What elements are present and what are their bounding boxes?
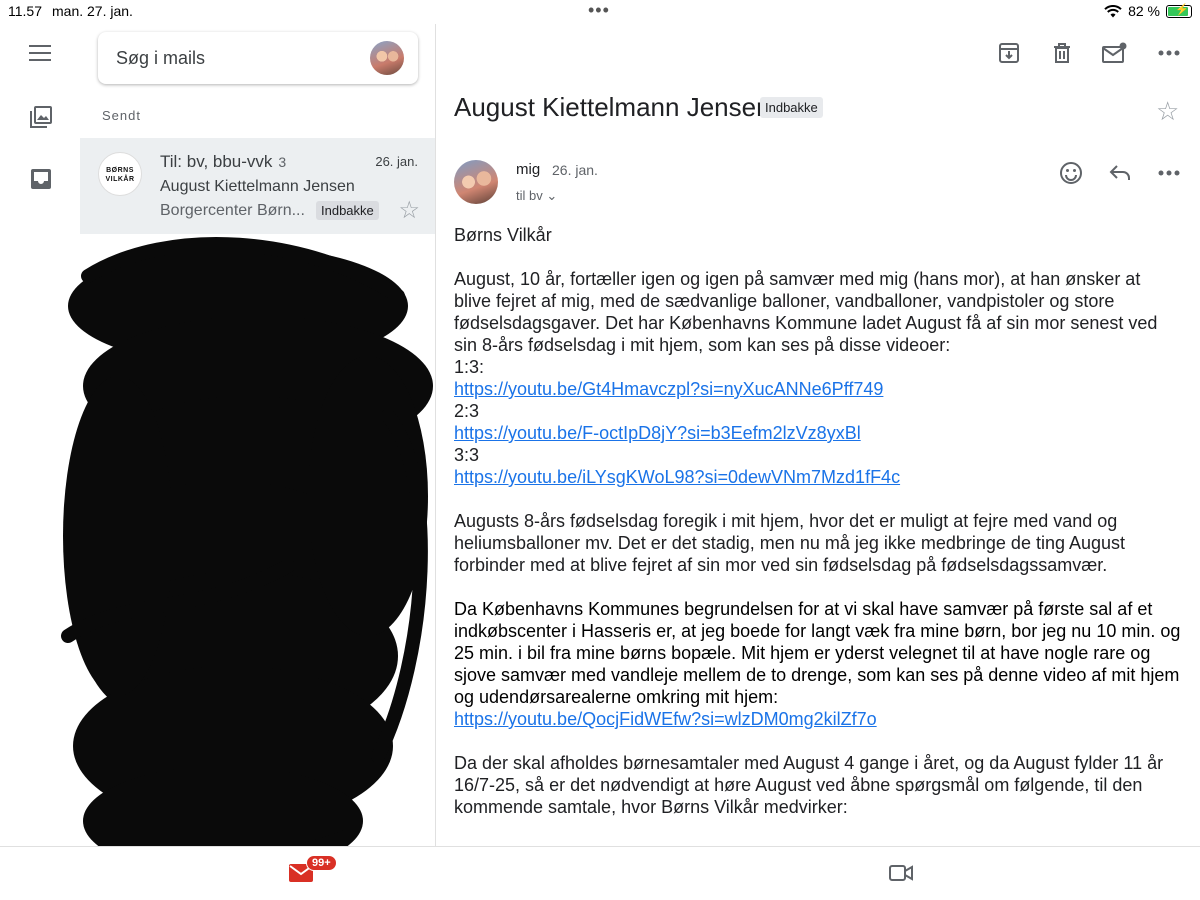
- text-line: August, 10 år, fortæller igen og igen på…: [454, 269, 1141, 289]
- mail-list-item[interactable]: BØRNS VILKÅR Til: bv, bbu-vvk 3 26. jan. A…: [80, 138, 435, 234]
- text-line: og udendørsarealerne omkring mit hjem:: [454, 687, 779, 707]
- star-icon[interactable]: ☆: [1156, 98, 1179, 124]
- text-line: 25 min. i bil fra mine børns bopæle. Mit…: [454, 643, 1151, 663]
- text-line: 16/7-25, så er det nødvendigt at høre Au…: [454, 775, 1143, 795]
- more-icon[interactable]: [1156, 160, 1182, 186]
- video-link[interactable]: https://youtu.be/QocjFidWEfw?si=wlzDM0mg…: [454, 708, 1188, 730]
- mailbox-section-label: Sendt: [102, 108, 141, 123]
- mail-list-pane: Søg i mails Sendt BØRNS VILKÅR Til: bv, b…: [0, 24, 436, 846]
- text-line: Augusts 8-års fødselsdag foregik i mit h…: [454, 511, 1118, 531]
- mail-recipients: Til: bv, bbu-vvk 3: [160, 152, 286, 172]
- text-line: heliumsballoner mv. Det er det stadig, m…: [454, 533, 1126, 553]
- mail-date: 26. jan.: [375, 154, 418, 169]
- status-right: 82 % ⚡: [1104, 3, 1192, 19]
- wifi-icon: [1104, 4, 1122, 17]
- chevron-down-icon: ⌄: [546, 188, 558, 203]
- status-time: 11.57: [8, 3, 42, 19]
- text-line: Da Københavns Kommunes begrundelsen for …: [454, 599, 1153, 619]
- charging-bolt-icon: ⚡: [1175, 3, 1189, 16]
- paragraph-2: Augusts 8-års fødselsdag foregik i mit h…: [454, 510, 1188, 576]
- video-label: 1:3:: [454, 357, 485, 377]
- more-icon[interactable]: [1156, 40, 1182, 66]
- message-date: 26. jan.: [552, 162, 598, 178]
- sender-avatar: [454, 160, 498, 204]
- sender-logo: BØRNS VILKÅR: [98, 152, 142, 196]
- reply-icon[interactable]: [1107, 160, 1133, 186]
- text-line: indkøbscenter i Hasseris er, at jeg boed…: [454, 621, 1181, 641]
- video-link[interactable]: https://youtu.be/F-octIpD8jY?si=b3Eefm2l…: [454, 422, 1188, 444]
- text-line: blive fejret af mig, med de sædvanlige b…: [454, 291, 1115, 311]
- text-line: forbinder med at blive fejret af sin mor…: [454, 555, 1108, 575]
- status-bar: 11.57 man. 27. jan. ••• 82 % ⚡: [0, 0, 1200, 24]
- account-avatar[interactable]: [370, 41, 404, 75]
- mark-unread-icon[interactable]: [1102, 40, 1128, 66]
- sender-name: mig: [516, 161, 541, 178]
- battery-icon: ⚡: [1166, 3, 1192, 18]
- star-icon[interactable]: ☆: [398, 196, 420, 225]
- archive-icon[interactable]: [996, 40, 1022, 66]
- video-link[interactable]: https://youtu.be/Gt4Hmavczpl?si=nyXucANN…: [454, 378, 1188, 400]
- mail-subject: August Kiettelmann Jensen: [160, 178, 355, 195]
- mail-label-badge: Indbakke: [316, 201, 379, 220]
- text-line: kommende samtale, hvor Børns Vilkår medv…: [454, 797, 848, 817]
- redaction-scribble: [61, 237, 433, 846]
- greeting: Børns Vilkår: [454, 225, 552, 245]
- thread-count: 3: [278, 154, 287, 170]
- mail-recipients-text: Til: bv, bbu-vvk: [160, 152, 273, 171]
- battery-percent: 82 %: [1128, 3, 1160, 19]
- unread-badge: 99+: [306, 855, 337, 871]
- text-line: sin 8-års fødselsdag i mit hjem, som kan…: [454, 335, 951, 355]
- recipient-text: til bv: [516, 188, 543, 203]
- trash-icon[interactable]: [1049, 40, 1075, 66]
- recipient-details[interactable]: til bv ⌄: [516, 188, 557, 204]
- search-input[interactable]: Søg i mails: [116, 48, 205, 69]
- search-bar[interactable]: Søg i mails: [98, 32, 418, 84]
- text-line: Da der skal afholdes børnesamtaler med A…: [454, 753, 1164, 773]
- paragraph-4: Da der skal afholdes børnesamtaler med A…: [454, 752, 1188, 818]
- video-label: 3:3: [454, 445, 480, 465]
- video-label: 2:3: [454, 401, 480, 421]
- emoji-icon[interactable]: [1058, 160, 1084, 186]
- video-link[interactable]: https://youtu.be/iLYsgKWoL98?si=0dewVNm7…: [454, 466, 1188, 488]
- message-body: Børns Vilkår August, 10 år, fortæller ig…: [454, 224, 1188, 840]
- video-icon[interactable]: [888, 863, 914, 885]
- paragraph-3: Da Københavns Kommunes begrundelsen for …: [454, 598, 1188, 730]
- text-line: fødselsdagsgaver. Det har Københavns Kom…: [454, 313, 1158, 333]
- bottom-nav: 99+: [0, 846, 1200, 900]
- message-subject: August Kiettelmann Jensen: [454, 92, 771, 122]
- multitasking-dots-icon[interactable]: •••: [588, 0, 610, 21]
- status-date: man. 27. jan.: [52, 3, 133, 19]
- mail-snippet: Borgercenter Børn...: [160, 202, 305, 219]
- text-line: sjove samvær med vandleje mellem de to d…: [454, 665, 1180, 685]
- paragraph-1: August, 10 år, fortæller igen og igen på…: [454, 268, 1188, 488]
- message-label-badge[interactable]: Indbakke: [760, 97, 823, 118]
